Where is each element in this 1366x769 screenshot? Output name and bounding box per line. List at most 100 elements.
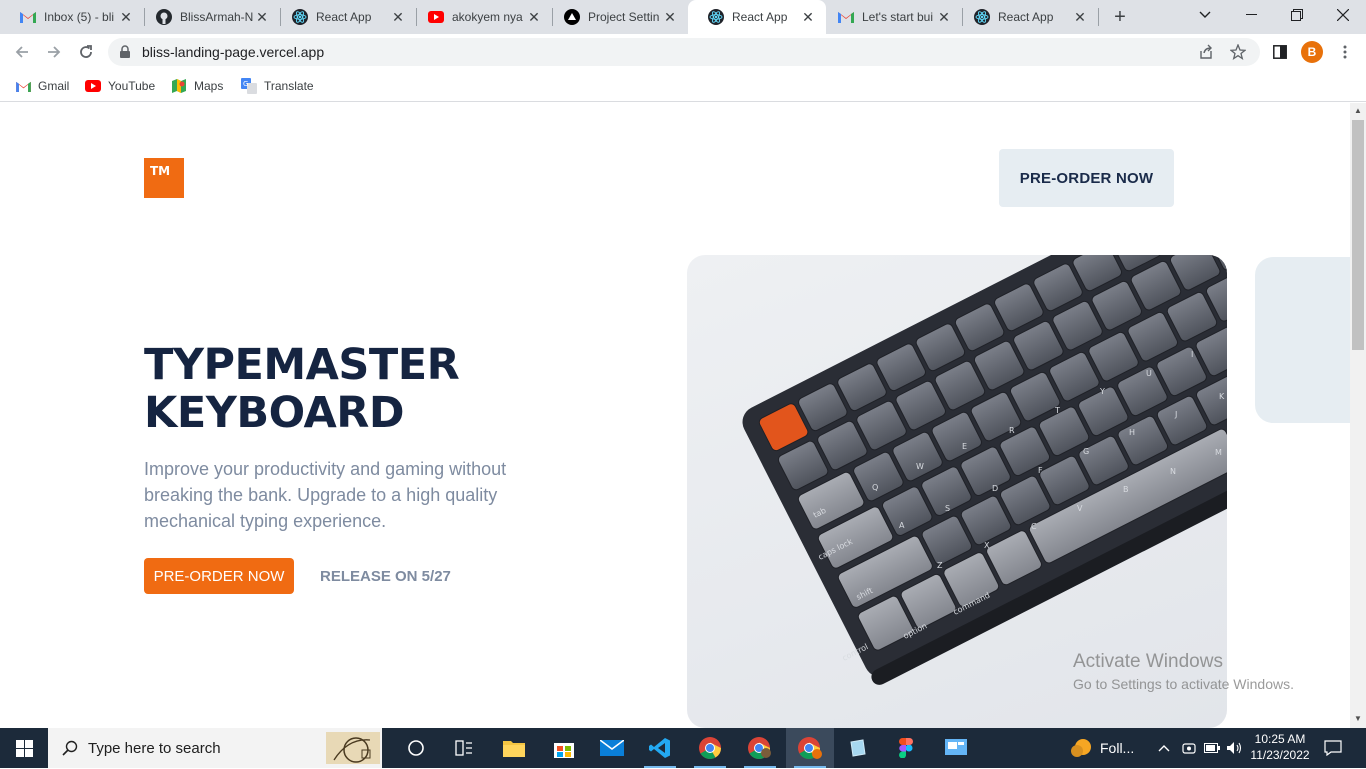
chrome-active-icon[interactable] [786,728,834,768]
share-icon[interactable] [1198,44,1214,60]
profile-avatar[interactable]: B [1301,41,1323,63]
tab-project-settings[interactable]: Project Settin ✕ [544,0,688,34]
key-label: N [1170,467,1176,476]
carousel-next-card[interactable] [1255,257,1350,423]
key-label: J [1174,410,1177,419]
forward-button[interactable] [42,40,66,64]
activate-windows-title: Activate Windows [1073,651,1223,672]
task-view-icon[interactable] [392,728,440,768]
menu-icon[interactable] [1333,40,1357,64]
figma-icon[interactable] [882,728,930,768]
microsoft-store-icon[interactable] [540,728,588,768]
headline-line-2: KEYBOARD [144,388,405,438]
chrome-profile-icon[interactable] [736,728,784,768]
volume-icon[interactable] [1224,728,1246,768]
close-icon[interactable]: ✕ [936,9,952,25]
clock-date: 11/23/2022 [1250,748,1310,762]
tab-inbox[interactable]: Inbox (5) - bli ✕ [0,0,144,34]
svg-text:G: G [243,80,248,88]
close-window-button[interactable] [1320,0,1366,30]
bookmark-youtube[interactable]: YouTube [85,76,155,96]
close-icon[interactable]: ✕ [390,9,406,25]
gmail-icon [20,9,36,25]
weather-text[interactable]: Foll... [1100,740,1134,756]
windows-start-icon[interactable] [0,728,48,768]
bookmark-translate[interactable]: G Translate [241,76,314,96]
lock-icon[interactable] [120,45,130,63]
tab-separator [1098,8,1099,26]
youtube-icon [85,78,101,94]
system-clock[interactable]: 10:25 AM 11/23/2022 [1250,731,1310,763]
tab-lets-start[interactable]: Let's start bui ✕ [818,0,962,34]
chevron-up-icon[interactable] [1152,728,1176,768]
scroll-down-icon[interactable]: ▼ [1354,714,1362,723]
scrollbar-thumb[interactable] [1352,120,1364,350]
key-label: Z [937,561,943,570]
preorder-button[interactable]: PRE-ORDER NOW [144,558,294,594]
back-button[interactable] [10,40,34,64]
notification-icon[interactable] [1318,728,1348,768]
page-scrollbar[interactable]: ▲ ▼ [1350,103,1366,728]
key-label: M [1215,448,1222,457]
tab-search-icon[interactable] [1182,0,1228,30]
address-bar[interactable]: bliss-landing-page.vercel.app [108,38,1260,66]
search-icon [62,740,78,761]
close-icon[interactable]: ✕ [662,9,678,25]
security-icon[interactable] [1178,728,1200,768]
key-label: K [1219,392,1225,401]
key-label: S [945,504,950,513]
side-panel-icon[interactable] [1268,40,1292,64]
key-label: G [1083,447,1089,456]
notepad-icon[interactable] [834,728,882,768]
key-label: H [1129,428,1135,437]
key-label: F [1038,466,1043,475]
weather-icon[interactable] [1066,728,1096,768]
vscode-icon[interactable] [636,728,684,768]
search-highlight-image[interactable] [326,732,380,764]
bookmark-gmail[interactable]: Gmail [15,76,69,96]
key-label: R [1009,426,1015,435]
logo[interactable]: TM [144,158,184,198]
clock-time: 10:25 AM [1254,732,1306,746]
tab-react-app-active[interactable]: React App ✕ [688,0,826,34]
mail-icon[interactable] [588,728,636,768]
key-label: T [1054,406,1060,415]
reload-button[interactable] [74,40,98,64]
windows-taskbar: Type here to search Foll... 10:25 AM 11/… [0,728,1366,768]
key-label: U [1146,369,1152,378]
nav-preorder-button[interactable]: PRE-ORDER NOW [999,149,1174,207]
tab-strip: Inbox (5) - bli ✕ BlissArmah-N ✕ React A… [0,0,1366,34]
hero-subtitle: Improve your productivity and gaming wit… [144,459,507,531]
web-page: TM PRE-ORDER NOW TYPEMASTER KEYBOARD Imp… [0,103,1350,728]
key-label: Y [1099,387,1105,396]
key-label: X [984,541,990,550]
minimize-button[interactable] [1228,0,1274,30]
tab-github[interactable]: BlissArmah-N ✕ [136,0,280,34]
key-label: B [1123,485,1129,494]
react-icon [708,9,724,25]
new-tab-button[interactable]: + [1108,5,1132,29]
restore-button[interactable] [1274,0,1320,30]
hero-headline: TYPEMASTER KEYBOARD [144,341,564,437]
close-icon[interactable]: ✕ [254,9,270,25]
close-icon[interactable]: ✕ [526,9,542,25]
remote-desktop-icon[interactable] [932,728,980,768]
close-icon[interactable]: ✕ [800,9,816,25]
battery-icon[interactable] [1201,728,1223,768]
maps-icon [171,78,187,94]
widgets-icon[interactable] [440,728,488,768]
taskbar-search-input[interactable]: Type here to search [48,728,382,768]
key-label: I [1191,350,1193,359]
browser-toolbar: bliss-landing-page.vercel.app B [0,34,1366,70]
tab-youtube[interactable]: akokyem nya ✕ [408,0,552,34]
scroll-up-icon[interactable]: ▲ [1354,106,1362,115]
key-label: D [992,484,998,493]
bookmark-maps[interactable]: Maps [171,76,223,96]
close-icon[interactable]: ✕ [1072,9,1088,25]
chrome-icon[interactable] [686,728,734,768]
bookmark-star-icon[interactable] [1230,44,1246,60]
close-icon[interactable]: ✕ [118,9,134,25]
tab-react-app-1[interactable]: React App ✕ [272,0,416,34]
file-explorer-icon[interactable] [490,728,538,768]
tab-react-app-2[interactable]: React App ✕ [954,0,1098,34]
